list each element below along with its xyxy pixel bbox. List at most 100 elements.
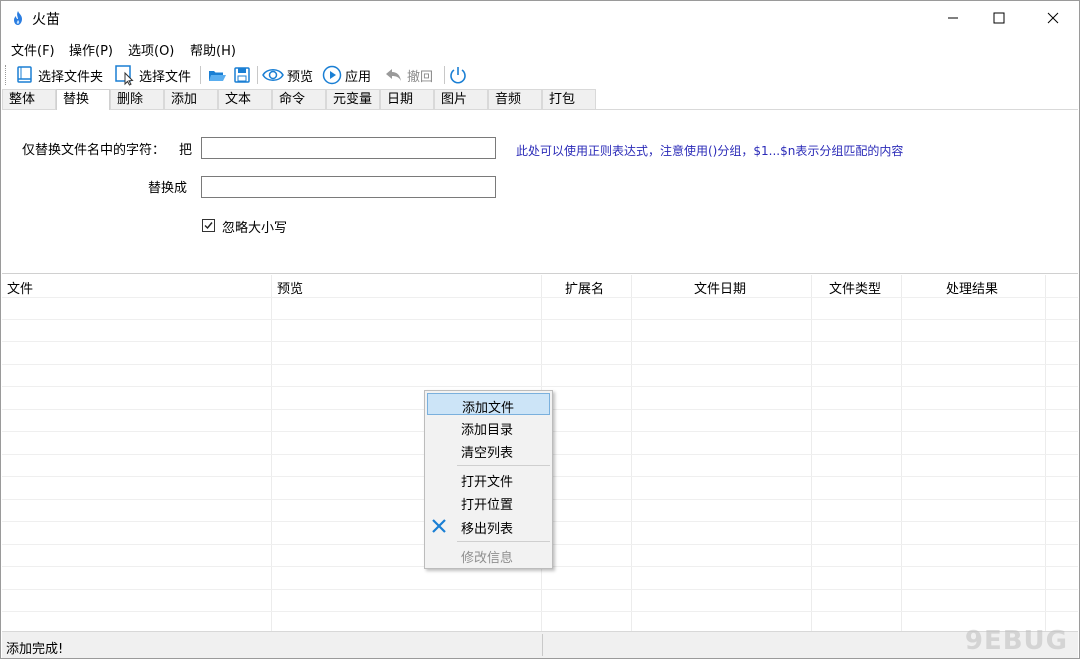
ctx-edit-info-label: 修改信息 (461, 551, 514, 566)
tab-audio[interactable]: 音频 (488, 89, 542, 109)
tab-add[interactable]: 添加 (164, 89, 218, 109)
eye-icon (262, 69, 284, 81)
save-button[interactable] (233, 63, 254, 87)
ctx-edit-info[interactable]: 修改信息 (427, 544, 550, 566)
replace-panel: 仅替换文件名中的字符： 把 此处可以使用正则表达式，注意使用()分组，$1...… (2, 109, 1078, 274)
grid-line (2, 611, 1078, 612)
status-bar: 添加完成! 9EBUG (2, 626, 1078, 658)
watermark-logo: 9EBUG (964, 626, 1068, 656)
grid-line (2, 589, 1078, 590)
grid-line (2, 364, 1078, 365)
ctx-add-file[interactable]: 添加文件 (427, 393, 550, 416)
column-divider (631, 275, 632, 631)
apply-label: 应用 (345, 69, 372, 85)
maximize-icon (993, 12, 1005, 24)
preview-label: 预览 (287, 69, 314, 85)
ctx-add-directory[interactable]: 添加目录 (427, 416, 550, 438)
tab-date[interactable]: 日期 (380, 89, 434, 109)
preview-button[interactable]: 预览 (262, 63, 313, 87)
column-header-result[interactable]: 处理结果 (946, 278, 998, 297)
ctx-remove-from-list-label: 移出列表 (461, 522, 514, 537)
select-folder-button[interactable]: 选择文件夹 (15, 63, 103, 87)
find-input[interactable] (201, 137, 496, 159)
ctx-open-file-label: 打开文件 (461, 475, 514, 490)
undo-button[interactable]: 撤回 (384, 63, 433, 87)
column-header-file-date[interactable]: 文件日期 (694, 278, 746, 297)
undo-label: 撤回 (407, 69, 434, 85)
tab-text[interactable]: 文本 (218, 89, 272, 109)
open-folder-icon (209, 71, 226, 81)
toolbar-separator (200, 66, 201, 84)
ctx-open-location[interactable]: 打开位置 (427, 491, 550, 513)
column-header-preview[interactable]: 预览 (277, 278, 303, 297)
file-cursor-icon (115, 65, 134, 86)
menu-separator (457, 465, 550, 466)
column-divider (1045, 275, 1046, 631)
column-divider (811, 275, 812, 631)
minimize-icon (948, 17, 958, 19)
ctx-remove-from-list[interactable]: 移出列表 (427, 515, 550, 537)
apply-button[interactable]: 应用 (322, 63, 371, 87)
tab-command[interactable]: 命令 (272, 89, 326, 109)
ctx-open-file[interactable]: 打开文件 (427, 468, 550, 490)
title-bar[interactable]: 火苗 (1, 1, 1079, 35)
play-icon (322, 65, 342, 85)
maximize-button[interactable] (976, 1, 1022, 35)
grid-line (2, 386, 1078, 387)
column-header-file[interactable]: 文件 (7, 278, 33, 297)
status-text: 添加完成! (6, 642, 64, 657)
menu-help[interactable]: 帮助(H) (190, 40, 236, 59)
replace-input[interactable] (201, 176, 496, 198)
ctx-add-file-label: 添加文件 (462, 401, 515, 416)
toolbar-separator (444, 66, 445, 84)
ctx-clear-list[interactable]: 清空列表 (427, 439, 550, 461)
regex-hint: 此处可以使用正则表达式，注意使用()分组，$1...$n表示分组匹配的内容 (516, 144, 904, 158)
tab-image[interactable]: 图片 (434, 89, 488, 109)
close-icon (1047, 12, 1059, 24)
toolbar: 选择文件夹 选择文件 预览 应用 撤回 (1, 61, 1079, 89)
remove-x-icon (432, 519, 446, 533)
grid-line (2, 341, 1078, 342)
menu-options[interactable]: 选项(O) (128, 40, 174, 59)
minimize-button[interactable] (930, 1, 976, 35)
menu-operation[interactable]: 操作(P) (69, 40, 113, 59)
context-menu: 添加文件 添加目录 清空列表 打开文件 打开位置 移出列表 修改信息 (424, 390, 553, 569)
column-header-extension[interactable]: 扩展名 (565, 278, 604, 297)
power-icon (450, 67, 466, 84)
ignore-case-label[interactable]: 忽略大小写 (222, 217, 287, 236)
ignore-case-checkbox[interactable] (202, 219, 215, 232)
open-button[interactable] (207, 63, 230, 87)
column-divider (901, 275, 902, 631)
grid-line (2, 297, 1078, 298)
ctx-clear-list-label: 清空列表 (461, 446, 514, 461)
select-file-button[interactable]: 选择文件 (114, 63, 191, 87)
ctx-add-directory-label: 添加目录 (461, 423, 514, 438)
tab-delete[interactable]: 删除 (110, 89, 164, 109)
tab-package[interactable]: 打包 (542, 89, 596, 109)
list-header: 文件 预览 扩展名 文件日期 文件类型 处理结果 (2, 275, 1078, 297)
replace-label: 替换成 (148, 181, 188, 196)
find-label: 仅替换文件名中的字符： (22, 143, 166, 158)
grid-line (2, 319, 1078, 320)
menu-separator (457, 541, 550, 542)
tab-strip: 整体 替换 删除 添加 文本 命令 元变量 日期 图片 音频 打包 (1, 89, 1079, 110)
tab-overall[interactable]: 整体 (2, 89, 56, 109)
checkmark-icon (204, 222, 213, 230)
column-header-file-type[interactable]: 文件类型 (829, 278, 881, 297)
window-title: 火苗 (32, 12, 60, 28)
folder-book-icon (17, 66, 32, 83)
flame-icon (14, 11, 22, 25)
find-prefix: 把 (179, 143, 193, 158)
tab-metavariable[interactable]: 元变量 (326, 89, 380, 109)
select-folder-label: 选择文件夹 (38, 69, 104, 85)
undo-icon (386, 69, 401, 81)
close-button[interactable] (1030, 1, 1076, 35)
toolbar-grip[interactable] (5, 65, 8, 85)
tab-replace[interactable]: 替换 (56, 89, 110, 110)
app-window: 火苗 文件(F) 操作(P) 选项(O) 帮助(H) 选择文件夹 选择文件 预览… (0, 0, 1080, 659)
toolbar-separator (257, 66, 258, 84)
menu-file[interactable]: 文件(F) (11, 40, 55, 59)
ctx-open-location-label: 打开位置 (461, 498, 514, 513)
power-button[interactable] (448, 63, 471, 87)
status-divider (542, 634, 543, 656)
